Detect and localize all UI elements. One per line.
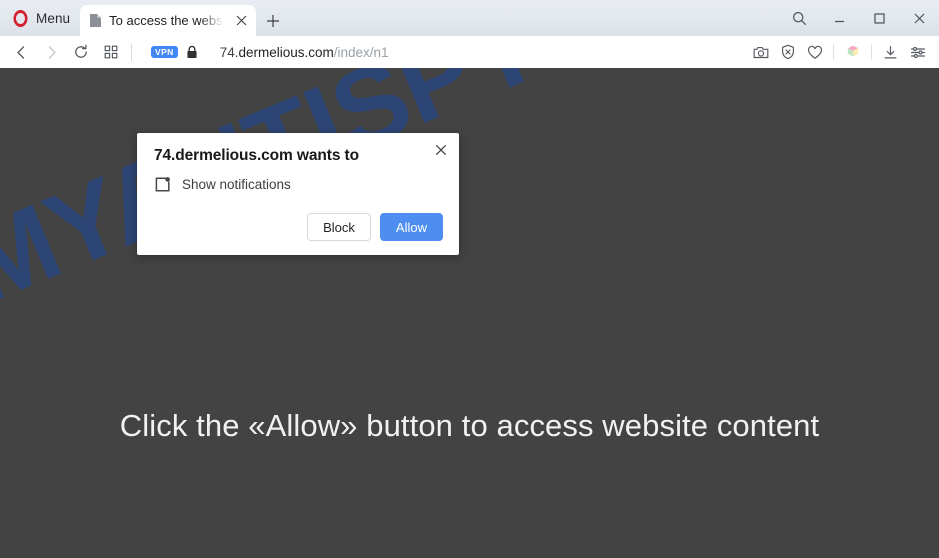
notification-permission-dialog: 74.dermelious.com wants to Show notifica… <box>137 133 459 255</box>
page-headline: Click the «Allow» button to access websi… <box>119 408 820 443</box>
dialog-actions: Block Allow <box>154 213 443 243</box>
opera-logo-icon <box>13 9 28 27</box>
window-controls <box>779 0 939 36</box>
forward-arrow-icon <box>36 38 66 66</box>
plus-icon <box>267 14 280 27</box>
browser-tab-active[interactable]: To access the website <box>80 5 257 36</box>
back-arrow-icon[interactable] <box>6 38 36 66</box>
toolbar-right-icons <box>747 38 931 66</box>
document-icon <box>89 13 102 28</box>
reload-icon[interactable] <box>66 38 96 66</box>
dialog-title: 74.dermelious.com wants to <box>154 147 359 164</box>
notification-badge-icon <box>154 176 171 193</box>
tab-close-icon[interactable] <box>232 12 250 30</box>
grid-icon[interactable] <box>96 38 126 66</box>
tab-strip: Menu To access the website <box>0 0 939 36</box>
window-close-icon[interactable] <box>899 0 939 36</box>
navigation-toolbar: VPN 74.dermelious.com/index/n1 <box>0 36 939 68</box>
opera-menu-label: Menu <box>36 10 71 26</box>
search-icon[interactable] <box>779 0 819 36</box>
new-tab-button[interactable] <box>258 5 288 36</box>
toolbar-divider <box>833 44 834 60</box>
opera-menu-button[interactable]: Menu <box>0 0 80 36</box>
heart-icon[interactable] <box>801 38 828 66</box>
opera-browser-window: Menu To access the website VPN 74.dermel… <box>0 0 939 558</box>
toolbar-divider <box>871 44 872 60</box>
minimize-icon[interactable] <box>819 0 859 36</box>
toolbar-divider <box>131 43 132 61</box>
block-button[interactable]: Block <box>307 213 371 241</box>
padlock-icon[interactable] <box>186 45 198 59</box>
shield-block-icon[interactable] <box>774 38 801 66</box>
camera-icon[interactable] <box>747 38 774 66</box>
download-icon[interactable] <box>877 38 904 66</box>
vpn-badge[interactable]: VPN <box>151 45 178 59</box>
url-prefix: 74. <box>219 44 239 60</box>
permission-label: Show notifications <box>182 177 291 192</box>
permission-row: Show notifications <box>154 176 443 193</box>
sliders-icon[interactable] <box>904 38 931 66</box>
url-host: 74.dermelious.com <box>220 45 334 60</box>
maximize-icon[interactable] <box>859 0 899 36</box>
page-viewport: MYANTISPYWARE.COM Click the «Allow» butt… <box>0 68 939 558</box>
tab-title: To access the website <box>109 13 226 28</box>
url-text[interactable]: 74.dermelious.com/index/n1 <box>220 45 389 60</box>
url-domain: dermelious.com <box>238 44 334 60</box>
address-bar[interactable]: VPN 74.dermelious.com/index/n1 <box>139 39 747 65</box>
dialog-close-icon[interactable] <box>431 140 451 160</box>
cube-icon[interactable] <box>839 38 866 66</box>
allow-button[interactable]: Allow <box>379 213 443 241</box>
url-path: /index/n1 <box>333 44 389 60</box>
